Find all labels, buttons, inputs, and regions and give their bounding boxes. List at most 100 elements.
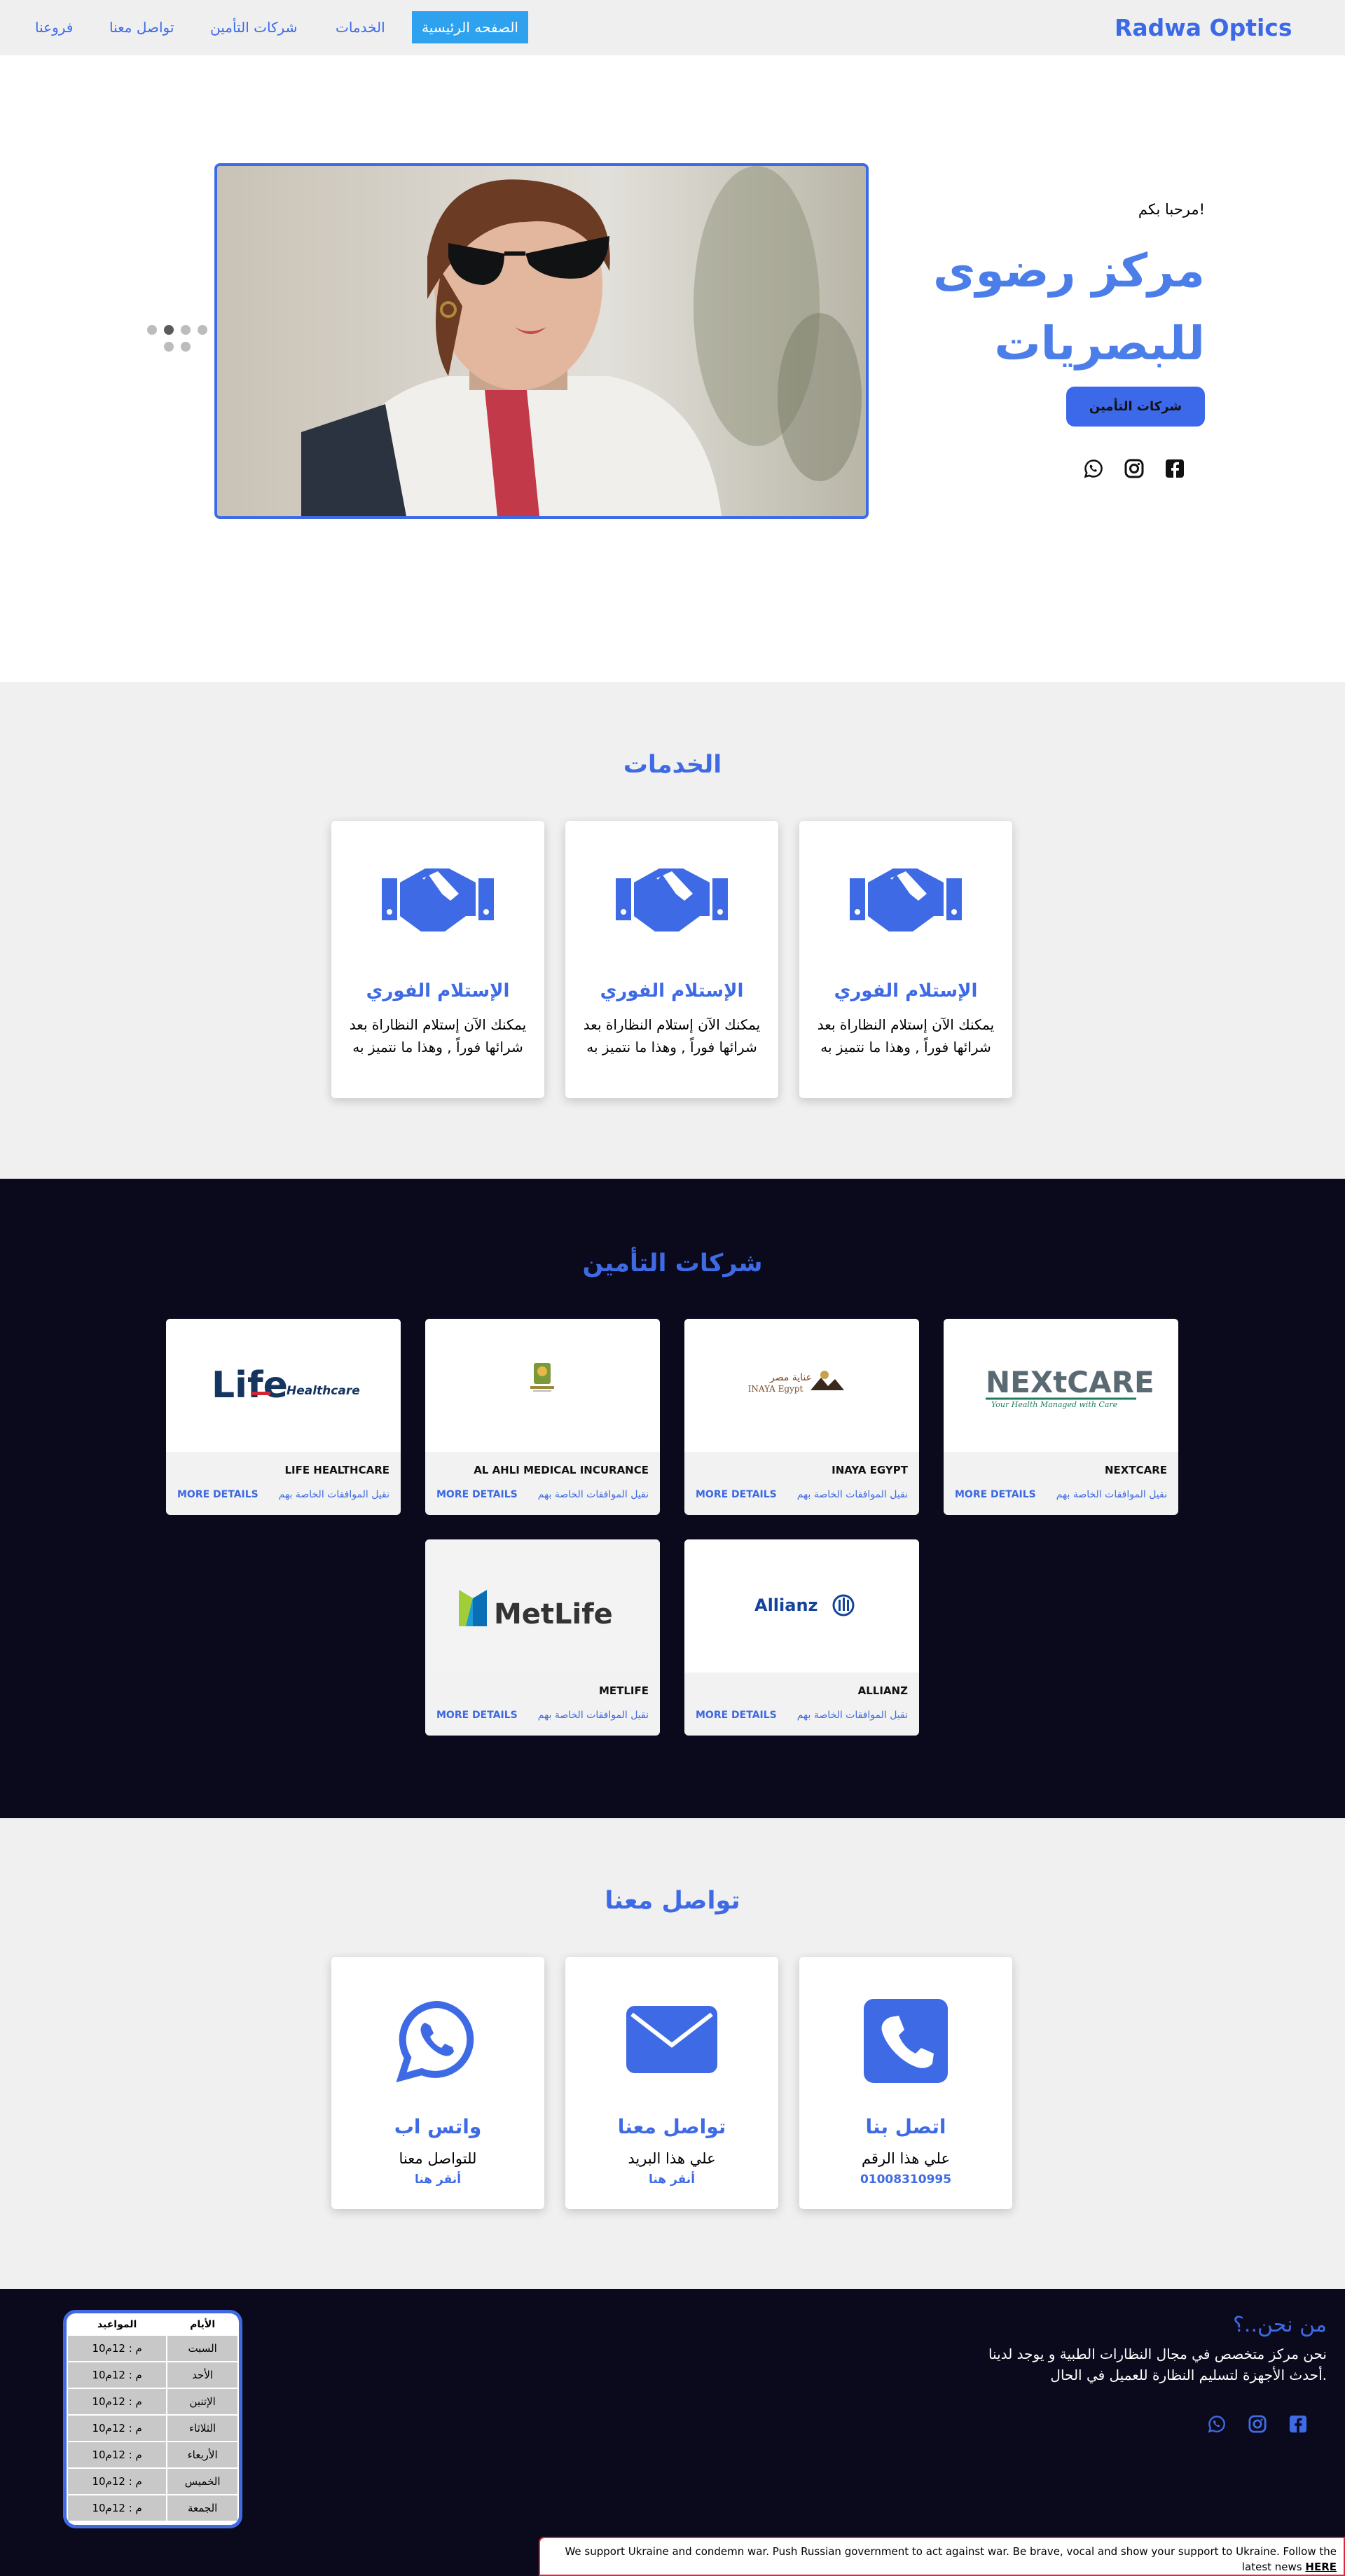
carousel-dot[interactable] — [164, 342, 174, 352]
contact-card-email: تواصل معنا علي هذا البريد أنقر هنا — [565, 1957, 778, 2209]
insurance-name: LIFE HEALTHCARE — [284, 1464, 389, 1476]
table-row: 10م : 12م الجمعة — [68, 2495, 237, 2521]
svg-text:Healthcare: Healthcare — [287, 1384, 360, 1398]
nav-home[interactable]: الصفحه الرئيسية — [412, 11, 528, 43]
top-navbar: Radwa Optics الصفحه الرئيسية الخدمات شرك… — [0, 0, 1345, 55]
hours-day: الإتنين — [167, 2389, 237, 2414]
hours-day: الثلاثاء — [167, 2416, 237, 2441]
instagram-icon[interactable] — [1248, 2415, 1267, 2433]
envelope-icon — [626, 2006, 717, 2073]
contact-card-text: علي هذا البريد — [628, 2150, 716, 2167]
upload-approvals-link[interactable]: نقيل الموافقات الخاصة بهم — [1056, 1489, 1167, 1500]
upload-approvals-link[interactable]: نقيل الموافقات الخاصة بهم — [279, 1489, 389, 1500]
phone-number-link[interactable]: 01008310995 — [799, 2173, 1012, 2187]
svg-text:Allianz: Allianz — [754, 1595, 818, 1615]
contact-card-text: علي هذا الرقم — [861, 2150, 951, 2167]
contact-card-text: للتواصل معنا — [399, 2150, 477, 2167]
upload-approvals-link[interactable]: نقيل الموافقات الخاصة بهم — [538, 1710, 649, 1721]
hours-time: 10م : 12م — [68, 2389, 167, 2414]
service-title: الإستلام الفوري — [834, 981, 978, 1002]
table-row: 10م : 12م الخميس — [68, 2469, 237, 2494]
hours-header-times: المواعيد — [68, 2315, 167, 2334]
nav-branches[interactable]: فروعنا — [35, 11, 73, 43]
handshake-icon — [616, 868, 728, 932]
svg-text:Your Health Managed with Care: Your Health Managed with Care — [991, 1400, 1118, 1409]
carousel-dot[interactable] — [198, 325, 207, 335]
facebook-icon[interactable] — [1289, 2415, 1307, 2433]
about-title: من نحن..؟ — [1233, 2313, 1327, 2337]
hours-time: 10م : 12م — [68, 2442, 167, 2467]
service-card: الإستلام الفوري يمكنك الآن إستلام النظار… — [331, 821, 544, 1098]
opening-hours-table: المواعيد الأيام 10م : 12م السبت 10م : 12م… — [63, 2310, 242, 2528]
insurance-name: METLIFE — [598, 1684, 649, 1697]
hours-day: الخميس — [167, 2469, 237, 2494]
hours-time: 10م : 12م — [68, 2336, 167, 2361]
contact-card-phone: اتصل بنا علي هذا الرقم 01008310995 — [799, 1957, 1012, 2209]
alahli-logo — [425, 1319, 660, 1452]
carousel-dot-active[interactable] — [164, 325, 174, 335]
upload-approvals-link[interactable]: نقيل الموافقات الخاصة بهم — [797, 1489, 908, 1500]
svg-text:MetLife: MetLife — [494, 1598, 613, 1630]
brand-logo[interactable]: Radwa Optics — [1115, 14, 1292, 41]
insurance-name: INAYA EGYPT — [832, 1464, 908, 1476]
nextcare-logo: NEXtCARE Your Health Managed with Care — [944, 1319, 1178, 1452]
more-details-link[interactable]: MORE DETAILS — [696, 1710, 777, 1721]
allianz-logo: Allianz — [684, 1539, 919, 1673]
hours-time: 10م : 12م — [68, 2495, 167, 2521]
insurance-button[interactable]: شركات التأمين — [1066, 387, 1205, 427]
banner-text: We support Ukraine and condemn war. Push… — [565, 2545, 1337, 2573]
services-section: الخدمات الإستلام الفوري يمكنك الآن إستلا… — [0, 682, 1345, 1179]
hero-title: مركز رضوى للبصريات — [933, 244, 1205, 371]
upload-approvals-link[interactable]: نقيل الموافقات الخاصة بهم — [797, 1710, 908, 1721]
insurance-card-alahli: AL AHLI MEDICAL INCURANCE نقيل الموافقات… — [425, 1319, 660, 1515]
nav-services[interactable]: الخدمات — [336, 11, 385, 43]
insurance-card-allianz: Allianz ALLIANZ نقيل الموافقات الخاصة به… — [684, 1539, 919, 1736]
contact-card-title: اتصل بنا — [865, 2115, 946, 2138]
service-card: الإستلام الفوري يمكنك الآن إستلام النظار… — [565, 821, 778, 1098]
hours-day: الأحد — [167, 2362, 237, 2388]
facebook-icon[interactable] — [1165, 459, 1185, 478]
more-details-link[interactable]: MORE DETAILS — [436, 1489, 518, 1500]
svg-text:NEXtCARE: NEXtCARE — [986, 1365, 1154, 1399]
nav-contact[interactable]: تواصل معنا — [109, 11, 174, 43]
whatsapp-icon[interactable] — [1208, 2415, 1226, 2433]
service-title: الإستلام الفوري — [366, 981, 510, 1002]
phone-icon — [864, 1999, 948, 2083]
hours-day: الأربعاء — [167, 2442, 237, 2467]
carousel-dot[interactable] — [181, 325, 191, 335]
more-details-link[interactable]: MORE DETAILS — [177, 1489, 258, 1500]
handshake-icon — [382, 868, 494, 932]
whatsapp-icon[interactable] — [1084, 459, 1103, 478]
handshake-icon — [850, 868, 962, 932]
whatsapp-icon — [396, 2000, 474, 2083]
instagram-icon[interactable] — [1124, 459, 1144, 478]
hours-time: 10م : 12م — [68, 2469, 167, 2494]
more-details-link[interactable]: MORE DETAILS — [955, 1489, 1036, 1500]
insurance-title: شركات التأمين — [582, 1249, 763, 1277]
banner-link[interactable]: HERE — [1305, 2561, 1337, 2573]
upload-approvals-link[interactable]: نقيل الموافقات الخاصة بهم — [538, 1489, 649, 1500]
carousel-dot[interactable] — [147, 325, 157, 335]
insurance-name: ALLIANZ — [857, 1684, 908, 1697]
hours-day: الجمعة — [167, 2495, 237, 2521]
whatsapp-link[interactable]: أنقر هنا — [331, 2173, 544, 2187]
insurance-card-metlife: MetLife METLIFE نقيل الموافقات الخاصة به… — [425, 1539, 660, 1736]
contact-section: تواصل معنا اتصل بنا علي هذا الرقم 010083… — [0, 1818, 1345, 2289]
carousel-dot[interactable] — [181, 342, 191, 352]
insurance-name: AL AHLI MEDICAL INCURANCE — [474, 1464, 649, 1476]
services-title: الخدمات — [623, 751, 722, 779]
table-row: 10م : 12م السبت — [68, 2336, 237, 2361]
more-details-link[interactable]: MORE DETAILS — [696, 1489, 777, 1500]
insurance-card-life: Life Healthcare LIFE HEALTHCARE نقيل الم… — [166, 1319, 401, 1515]
hours-day: السبت — [167, 2336, 237, 2361]
hours-time: 10م : 12م — [68, 2362, 167, 2388]
contact-card-title: تواصل معنا — [617, 2115, 726, 2138]
contact-card-whatsapp: واتس اب للتواصل معنا أنقر هنا — [331, 1957, 544, 2209]
nav-insurance[interactable]: شركات التأمين — [210, 11, 297, 43]
service-title: الإستلام الفوري — [600, 981, 744, 1002]
footer: من نحن..؟ نحن مركز متخصص في مجال النظارا… — [0, 2289, 1345, 2576]
more-details-link[interactable]: MORE DETAILS — [436, 1710, 518, 1721]
contact-title: تواصل معنا — [605, 1887, 740, 1915]
email-link[interactable]: أنقر هنا — [565, 2173, 778, 2187]
svg-text:عناية مصر: عناية مصر — [769, 1372, 812, 1383]
